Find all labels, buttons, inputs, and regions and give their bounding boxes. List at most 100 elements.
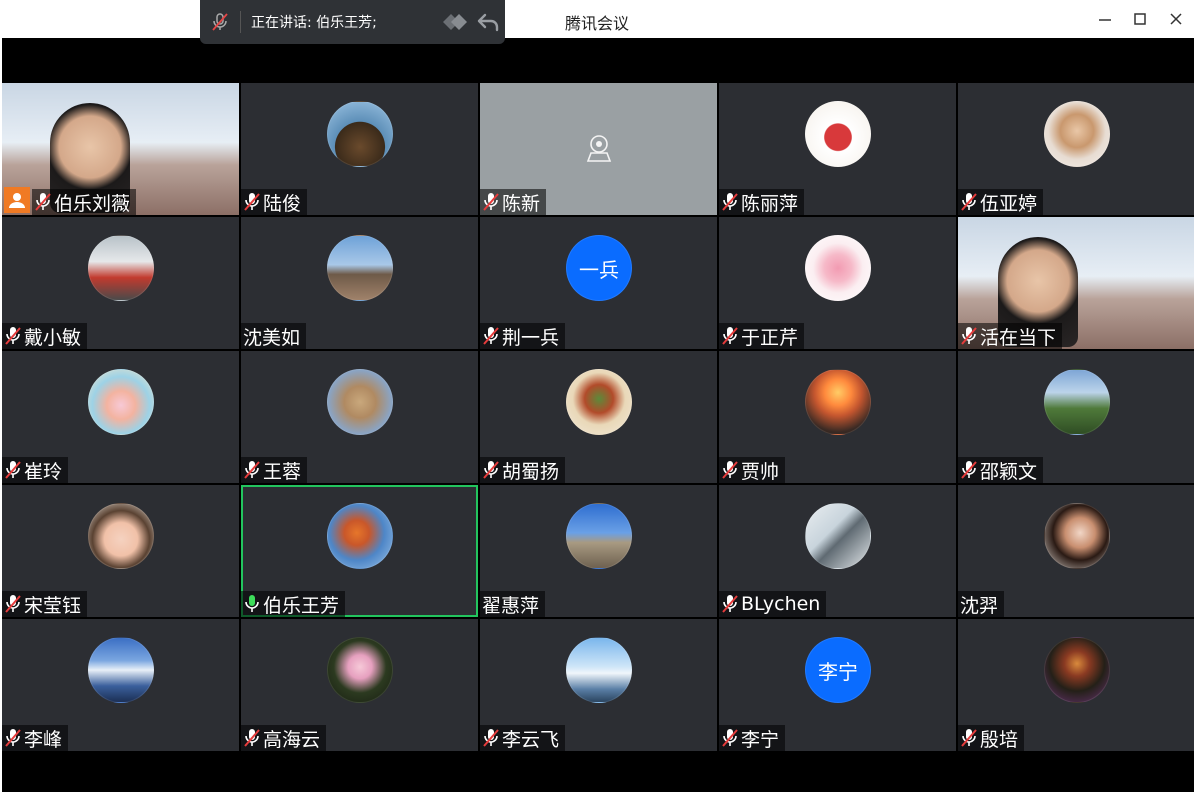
avatar: [566, 369, 632, 435]
participant-nameplate: 戴小敏: [2, 323, 88, 349]
title-bar: 腾讯会议: [0, 0, 1194, 38]
participant-name: 王蓉: [263, 460, 302, 483]
participant-tile[interactable]: 李峰: [2, 619, 239, 751]
mic-muted-icon: [721, 192, 739, 212]
participant-tile[interactable]: 陈丽萍: [719, 83, 956, 215]
participant-nameplate: 殷培: [958, 725, 1025, 751]
avatar: [1044, 369, 1110, 435]
participant-name: 陈新: [502, 192, 541, 215]
participant-name: 陆俊: [263, 192, 302, 215]
participant-tile[interactable]: 崔玲: [2, 351, 239, 483]
participant-tile[interactable]: 李云飞: [480, 619, 717, 751]
mic-muted-icon: [4, 326, 22, 346]
avatar: [88, 503, 154, 569]
mic-muted-icon: [960, 728, 978, 748]
participant-name: 邵颖文: [980, 460, 1038, 483]
avatar: [566, 637, 632, 703]
mic-muted-icon: [243, 460, 261, 480]
participant-tile[interactable]: 胡蜀扬: [480, 351, 717, 483]
participant-nameplate: 沈美如: [241, 323, 307, 349]
participant-name: 戴小敏: [24, 326, 82, 349]
participant-nameplate: 宋莹钰: [2, 591, 88, 617]
participant-tile[interactable]: 宋莹钰: [2, 485, 239, 617]
participant-tile[interactable]: 戴小敏: [2, 217, 239, 349]
participant-nameplate: 李云飞: [480, 725, 566, 751]
participant-tile[interactable]: 陆俊: [241, 83, 478, 215]
avatar-initials: 李宁: [818, 659, 858, 684]
maximize-button[interactable]: [1129, 8, 1151, 30]
avatar-initials: 一兵: [579, 257, 619, 282]
participant-tile[interactable]: 王蓉: [241, 351, 478, 483]
participant-nameplate: 沈羿: [958, 591, 1005, 617]
mic-active-icon: [243, 594, 261, 614]
participant-nameplate: 李峰: [2, 725, 69, 751]
participant-name: 宋莹钰: [24, 594, 82, 617]
participant-name: 翟惠萍: [482, 594, 540, 617]
participant-tile[interactable]: 活在当下: [958, 217, 1194, 349]
participant-tile[interactable]: 伯乐刘薇: [2, 83, 239, 215]
host-badge: [4, 187, 30, 213]
mic-muted-icon: [243, 728, 261, 748]
participant-tile[interactable]: 一兵荆一兵: [480, 217, 717, 349]
close-button[interactable]: [1165, 8, 1187, 30]
participant-tile[interactable]: 殷培: [958, 619, 1194, 751]
participant-name: 伯乐王芳: [263, 594, 340, 617]
participant-name: 高海云: [263, 728, 321, 751]
participant-grid: 伯乐刘薇 陆俊 陈新 陈丽萍 伍亚婷 戴小敏 沈美如 一兵 荆一兵 于正芹 活在当下 崔玲 王蓉 胡蜀扬贾…: [2, 83, 1194, 753]
minimize-button[interactable]: [1094, 8, 1116, 30]
participant-nameplate: 伯乐王芳: [241, 591, 346, 617]
speaking-text: 正在讲话: 伯乐王芳;: [251, 15, 377, 31]
participant-name: 沈美如: [243, 326, 301, 349]
mic-muted-icon: [960, 460, 978, 480]
mic-muted-icon: [482, 460, 500, 480]
avatar: [327, 503, 393, 569]
participant-nameplate: 伍亚婷: [958, 189, 1044, 215]
avatar: [327, 235, 393, 301]
participant-name: 荆一兵: [502, 326, 560, 349]
avatar: [805, 235, 871, 301]
participant-tile[interactable]: 贾帅: [719, 351, 956, 483]
avatar: [88, 637, 154, 703]
participant-tile[interactable]: 沈美如: [241, 217, 478, 349]
participant-nameplate: 王蓉: [241, 457, 308, 483]
participant-tile[interactable]: 陈新: [480, 83, 717, 215]
participant-tile[interactable]: 于正芹: [719, 217, 956, 349]
participant-name: 胡蜀扬: [502, 460, 560, 483]
avatar: [805, 369, 871, 435]
avatar: [88, 369, 154, 435]
participant-tile[interactable]: 伯乐王芳: [241, 485, 478, 617]
participant-nameplate: 李宁: [719, 725, 786, 751]
participant-tile[interactable]: 沈羿: [958, 485, 1194, 617]
mic-muted-icon: [4, 728, 22, 748]
participant-nameplate: 荆一兵: [480, 323, 566, 349]
app-title: 腾讯会议: [564, 14, 629, 33]
participant-nameplate: 邵颖文: [958, 457, 1044, 483]
mic-muted-icon[interactable]: [200, 12, 240, 32]
avatar: [566, 503, 632, 569]
participant-tile[interactable]: 李宁 李宁: [719, 619, 956, 751]
participant-tile[interactable]: 高海云: [241, 619, 478, 751]
mic-muted-icon: [960, 326, 978, 346]
participant-name: 殷培: [980, 728, 1019, 751]
user-icon: [9, 193, 25, 208]
participant-tile[interactable]: BLychen: [719, 485, 956, 617]
participant-nameplate: 贾帅: [719, 457, 786, 483]
participant-tile[interactable]: 翟惠萍: [480, 485, 717, 617]
camera-off-icon: [586, 135, 612, 162]
participant-name: 活在当下: [980, 326, 1057, 349]
mic-muted-icon: [482, 728, 500, 748]
avatar: [327, 101, 393, 167]
back-arrow-icon[interactable]: [471, 7, 505, 37]
participant-tile[interactable]: 邵颖文: [958, 351, 1194, 483]
participant-name: 李峰: [24, 728, 63, 751]
mic-muted-icon: [482, 192, 500, 212]
avatar: [1044, 101, 1110, 167]
mic-muted-icon: [960, 192, 978, 212]
mic-muted-icon: [721, 460, 739, 480]
avatar: 一兵: [566, 235, 632, 301]
participant-tile[interactable]: 伍亚婷: [958, 83, 1194, 215]
screen-share-icon[interactable]: [437, 7, 471, 37]
maximize-icon: [1134, 13, 1146, 25]
avatar: 李宁: [805, 637, 871, 703]
participant-nameplate: 伯乐刘薇: [32, 189, 137, 215]
